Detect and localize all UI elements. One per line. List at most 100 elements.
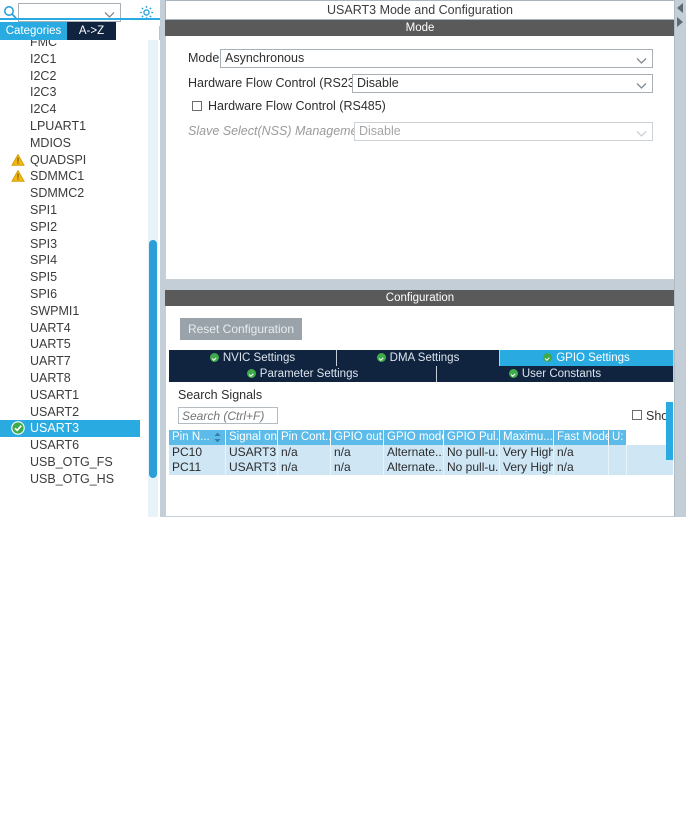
sidebar-item-uart4[interactable]: UART4: [0, 320, 148, 337]
sidebar-item-usart1[interactable]: USART1: [0, 387, 148, 404]
sidebar-item-usb-otg-hs[interactable]: USB_OTG_HS: [0, 471, 148, 488]
sidebar-item-i2c2[interactable]: I2C2: [0, 68, 148, 85]
table-cell: n/a: [278, 445, 331, 460]
table-cell: No pull-u...: [444, 460, 500, 475]
chevron-down-icon: [636, 53, 647, 70]
sidebar-item-label: QUADSPI: [30, 152, 87, 167]
sidebar-item-label: UART5: [30, 337, 71, 352]
sidebar-item-spi1[interactable]: SPI1: [0, 202, 148, 219]
warning-icon: [11, 169, 25, 183]
tab-label: NVIC Settings: [222, 352, 296, 364]
chevron-down-icon: [636, 126, 647, 143]
table-cell: PC11: [169, 460, 226, 475]
sidebar-item-i2c4[interactable]: I2C4: [0, 101, 148, 118]
sidebar-item-spi2[interactable]: SPI2: [0, 219, 148, 236]
table-column-header-1[interactable]: Signal on...: [226, 430, 278, 445]
table-row[interactable]: PC11USART3...n/an/aAlternate...No pull-u…: [169, 460, 673, 475]
check-icon: [11, 421, 25, 436]
peripheral-list-panel: Categories A->Z FMC I2C1 I2C2 I2C3 I2C4 LPUAR…: [0, 0, 160, 517]
sidebar-item-label: SPI4: [30, 253, 58, 268]
mode-select[interactable]: Asynchronous: [220, 49, 653, 68]
table-column-header-2[interactable]: Pin Cont...: [278, 430, 331, 445]
table-cell: n/a: [554, 460, 609, 475]
sidebar-item-i2c1[interactable]: I2C1: [0, 51, 148, 68]
mode-section-body: Mode Asynchronous Hardware Flow Control …: [165, 36, 675, 280]
check-icon: [246, 369, 256, 378]
sidebar-item-label: SPI5: [30, 270, 58, 285]
tab-parameter-settings[interactable]: Parameter Settings: [169, 366, 437, 382]
sidebar-item-label: USART2: [30, 404, 80, 419]
table-row[interactable]: PC10USART3...n/an/aAlternate...No pull-u…: [169, 445, 673, 460]
chevron-down-icon: [636, 78, 647, 95]
peripheral-list: FMC I2C1 I2C2 I2C3 I2C4 LPUART1 MDIOS QUADSPI SD…: [0, 40, 148, 488]
table-column-header-6[interactable]: Maximu...: [500, 430, 554, 445]
table-column-header-5[interactable]: GPIO Pul...: [444, 430, 500, 445]
sidebar-item-label: MDIOS: [30, 135, 71, 150]
show-only-modified-checkbox[interactable]: [632, 410, 642, 420]
tab-gpio-settings[interactable]: GPIO Settings: [500, 350, 674, 366]
sidebar-item-usart6[interactable]: USART6: [0, 437, 148, 454]
tab-dma-settings[interactable]: DMA Settings: [337, 350, 500, 366]
tab-user-constants[interactable]: User Constants: [437, 366, 674, 382]
sidebar-item-label: FMC: [30, 40, 58, 49]
sidebar-item-sdmmc1[interactable]: SDMMC1: [0, 168, 148, 185]
table-cell: No pull-u...: [444, 445, 500, 460]
check-icon: [543, 353, 553, 362]
sidebar-item-usart2[interactable]: USART2: [0, 404, 148, 421]
hw-flow-rs485-checkbox[interactable]: [192, 101, 202, 111]
sidebar-item-label: SPI2: [30, 219, 58, 234]
hw-flow-rs232-select[interactable]: Disable: [352, 74, 653, 93]
field-mode-label: Mode: [188, 51, 220, 65]
table-cell: Very High: [500, 445, 554, 460]
configuration-panel: USART3 Mode and Configuration Mode Mode …: [160, 0, 692, 517]
table-column-header-7[interactable]: Fast Mode: [554, 430, 609, 445]
sidebar-item-uart7[interactable]: UART7: [0, 353, 148, 370]
sidebar-item-spi4[interactable]: SPI4: [0, 252, 148, 269]
sidebar-item-label: USART1: [30, 387, 80, 402]
nss-management-select: Disable: [354, 122, 653, 141]
table-column-header-0[interactable]: Pin N...: [169, 430, 226, 445]
sidebar-item-mdios[interactable]: MDIOS: [0, 135, 148, 152]
sidebar-item-label: USART3: [30, 421, 80, 436]
sidebar-item-usart3[interactable]: USART3: [0, 420, 140, 438]
sidebar-item-quadspi[interactable]: QUADSPI: [0, 152, 148, 169]
sidebar-item-fmc[interactable]: FMC: [0, 40, 148, 51]
tab-a-to-z[interactable]: A->Z: [67, 22, 116, 40]
sidebar-item-i2c3[interactable]: I2C3: [0, 84, 148, 101]
hw-flow-rs232-select-value: Disable: [357, 76, 399, 90]
mode-section-header: Mode: [165, 20, 675, 36]
sidebar-item-swpmi1[interactable]: SWPMI1: [0, 303, 148, 320]
sidebar-item-uart8[interactable]: UART8: [0, 370, 148, 387]
tab-nvic-settings[interactable]: NVIC Settings: [169, 350, 337, 366]
tab-categories[interactable]: Categories: [0, 22, 67, 40]
sidebar-item-label: I2C4: [30, 102, 57, 117]
table-column-header-label: Maximu...: [503, 431, 553, 443]
sidebar-item-label: LPUART1: [30, 118, 87, 133]
right-panel-scrollbar[interactable]: [674, 0, 685, 517]
sidebar-item-uart5[interactable]: UART5: [0, 336, 148, 353]
expand-right-arrow-icon[interactable]: [677, 17, 683, 27]
table-scrollbar-thumb-lower[interactable]: [666, 430, 673, 460]
sort-indicator-icon[interactable]: [214, 432, 221, 443]
sidebar-item-label: USART6: [30, 438, 80, 453]
search-signals-label: Search Signals: [178, 388, 263, 402]
table-column-header-8[interactable]: U:: [609, 430, 627, 445]
sidebar-item-label: USB_OTG_FS: [30, 454, 113, 469]
search-signals-input[interactable]: [178, 407, 278, 424]
sidebar-item-spi3[interactable]: SPI3: [0, 236, 148, 253]
sidebar-item-sdmmc2[interactable]: SDMMC2: [0, 185, 148, 202]
sidebar-item-usb-otg-fs[interactable]: USB_OTG_FS: [0, 454, 148, 471]
peripheral-list-scrollbar-thumb[interactable]: [149, 240, 157, 478]
table-column-header-3[interactable]: GPIO out...: [331, 430, 384, 445]
table-column-header-label: GPIO out...: [334, 431, 383, 443]
collapse-left-arrow-icon[interactable]: [677, 3, 683, 13]
sidebar-item-spi5[interactable]: SPI5: [0, 269, 148, 286]
configuration-tabs: NVIC Settings DMA Settings GPIO Settings P…: [169, 350, 674, 382]
sidebar-item-spi6[interactable]: SPI6: [0, 286, 148, 303]
table-column-header-4[interactable]: GPIO mode: [384, 430, 444, 445]
sidebar-item-lpuart1[interactable]: LPUART1: [0, 118, 148, 135]
table-cell: PC10: [169, 445, 226, 460]
sidebar-item-label: SPI3: [30, 236, 58, 251]
page-title: USART3 Mode and Configuration: [165, 0, 675, 20]
reset-configuration-button[interactable]: Reset Configuration: [180, 318, 302, 340]
